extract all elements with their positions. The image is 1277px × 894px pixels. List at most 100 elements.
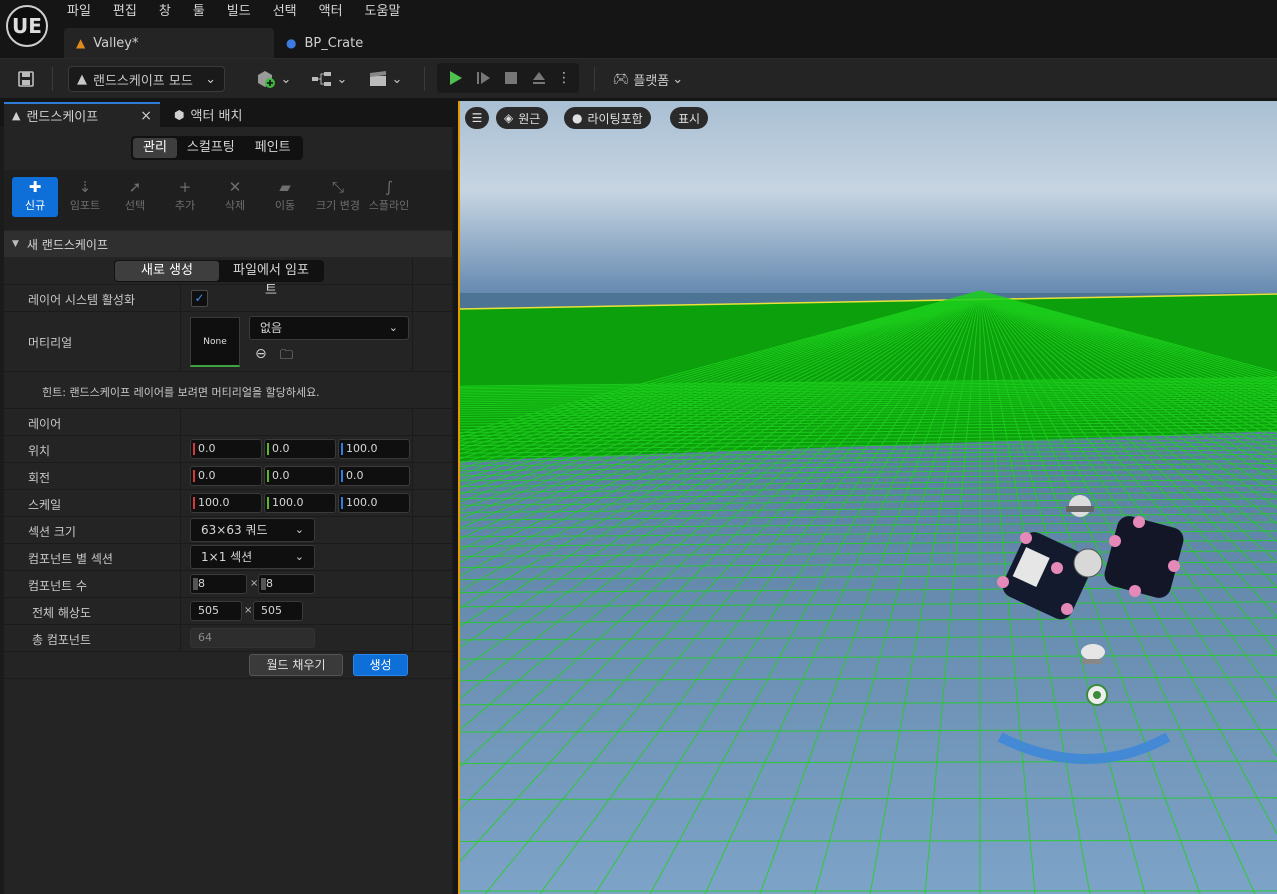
- perspective-button[interactable]: ◈ 원근: [496, 107, 549, 129]
- fill-world-button[interactable]: 월드 채우기: [249, 654, 343, 676]
- tool-label: 이동: [274, 199, 296, 212]
- spline-icon: ∫: [385, 178, 393, 196]
- browse-asset-icon[interactable]: 🗀︎: [280, 346, 293, 368]
- landscape-icon: ▲: [12, 109, 21, 122]
- stop-icon: [505, 72, 517, 84]
- blueprint-menu-button[interactable]: ⌄: [308, 66, 350, 92]
- play-options-button[interactable]: ⋮: [555, 66, 573, 90]
- component-count-y-field[interactable]: 8: [258, 574, 315, 594]
- menu-window[interactable]: 창: [148, 2, 182, 22]
- component-count-row: 컴포넌트 수 8 × 8: [4, 571, 452, 598]
- select-cursor-icon: ➚: [128, 178, 142, 196]
- mode-segmented-control: 관리 스컬프팅 페인트: [131, 136, 303, 160]
- directional-light-icon[interactable]: [1086, 684, 1108, 706]
- tab-place-actors[interactable]: ⬢ 액터 배치: [166, 102, 286, 127]
- rotation-y-field[interactable]: 0.0: [264, 466, 336, 486]
- chevron-down-icon: ⌄: [336, 71, 348, 87]
- eject-icon: [533, 72, 545, 84]
- doc-tab-bp-crate[interactable]: ● BP_Crate: [274, 28, 424, 58]
- import-from-file-option[interactable]: 파일에서 임포트: [219, 261, 323, 298]
- material-thumbnail[interactable]: None: [190, 317, 240, 367]
- perspective-label: 원근: [518, 111, 541, 126]
- create-button[interactable]: 생성: [353, 654, 408, 676]
- menu-actor[interactable]: 액터: [308, 2, 354, 22]
- cinematics-button[interactable]: ⌄: [364, 66, 406, 92]
- column-divider: [180, 625, 181, 651]
- location-z-field[interactable]: 100.0: [338, 439, 410, 459]
- menu-build[interactable]: 빌드: [216, 2, 262, 22]
- y-axis-marker: [267, 497, 269, 509]
- tab-landscape[interactable]: ▲ 랜드스케이프 ×: [4, 102, 160, 127]
- show-button[interactable]: 표시: [670, 107, 709, 129]
- location-label: 위치: [28, 444, 51, 458]
- scale-x-field[interactable]: 100.0: [190, 493, 262, 513]
- stop-button[interactable]: [499, 66, 523, 90]
- create-new-option[interactable]: 새로 생성: [115, 261, 219, 281]
- unreal-logo[interactable]: UE: [6, 5, 48, 47]
- menu-select[interactable]: 선택: [262, 2, 308, 22]
- x-axis-marker: [193, 497, 195, 509]
- resolution-y-field[interactable]: 505: [253, 601, 303, 621]
- tool-move[interactable]: ▰ 이동: [262, 177, 308, 217]
- column-divider: [180, 285, 181, 311]
- platforms-button[interactable]: 🎮︎ 플랫폼 ⌄: [608, 66, 688, 92]
- tool-spline[interactable]: ∫ 스플라인: [364, 177, 414, 217]
- menu-help[interactable]: 도움말: [354, 2, 412, 22]
- section-new-landscape[interactable]: ▼ 새 랜드스케이프: [4, 231, 452, 257]
- cube-icon: ◈: [504, 111, 514, 125]
- delete-icon: ✕: [228, 178, 242, 196]
- cloud-icon[interactable]: [1081, 644, 1105, 664]
- eject-button[interactable]: [527, 66, 551, 90]
- use-selected-asset-icon[interactable]: ⊖: [255, 346, 267, 362]
- menu-file[interactable]: 파일: [56, 2, 102, 22]
- layer-system-label: 레이어 시스템 활성화: [28, 293, 135, 307]
- save-button[interactable]: [14, 66, 38, 92]
- menu-tools[interactable]: 툴: [182, 2, 216, 22]
- column-divider: [412, 258, 413, 284]
- menu-edit[interactable]: 편집: [102, 2, 148, 22]
- value: 100.0: [198, 496, 230, 509]
- tool-resize[interactable]: ⤡ 크기 변경: [312, 177, 364, 217]
- tool-select[interactable]: ➚ 선택: [112, 177, 158, 217]
- mode-paint[interactable]: 페인트: [245, 138, 301, 158]
- value: 0.0: [272, 442, 290, 455]
- resolution-x-field[interactable]: 505: [190, 601, 242, 621]
- tool-import[interactable]: ⇣ 임포트: [62, 177, 108, 217]
- add-actor-button[interactable]: ⌄: [252, 66, 294, 92]
- material-dropdown[interactable]: 없음 ⌄: [249, 316, 409, 340]
- section-title: 새 랜드스케이프: [26, 237, 109, 252]
- play-button[interactable]: [443, 66, 467, 90]
- scale-y-field[interactable]: 100.0: [264, 493, 336, 513]
- mode-sculpt[interactable]: 스컬프팅: [177, 138, 245, 158]
- step-button[interactable]: [471, 66, 495, 90]
- sections-per-component-dropdown[interactable]: 1×1 섹션 ⌄: [190, 545, 315, 569]
- value: 0.0: [272, 469, 290, 482]
- layers-label: 레이어: [28, 417, 62, 431]
- column-divider: [412, 571, 413, 597]
- layer-system-checkbox[interactable]: ✓: [191, 290, 208, 307]
- tool-delete[interactable]: ✕ 삭제: [212, 177, 258, 217]
- scale-z-field[interactable]: 100.0: [338, 493, 410, 513]
- rotation-x-field[interactable]: 0.0: [190, 466, 262, 486]
- location-y-field[interactable]: 0.0: [264, 439, 336, 459]
- doc-tab-valley[interactable]: ▲ Valley*: [64, 28, 274, 58]
- panel-tab-bar: ▲ 랜드스케이프 × ⬢ 액터 배치: [0, 100, 454, 127]
- value: 64: [198, 631, 212, 644]
- document-tabs: ▲ Valley* ● BP_Crate: [64, 28, 424, 58]
- section-size-dropdown[interactable]: 63×63 쿼드 ⌄: [190, 518, 315, 542]
- tool-new[interactable]: ✚ 신규: [12, 177, 58, 217]
- viewport-menu-button[interactable]: ☰: [465, 107, 489, 129]
- gamepad-icon: 🎮︎: [612, 71, 630, 87]
- level-viewport[interactable]: ☰ ◈ 원근 ● 라이팅포함 표시: [458, 101, 1277, 894]
- location-row: 위치 0.0 0.0 100.0: [4, 436, 452, 463]
- tool-add[interactable]: + 추가: [162, 177, 208, 217]
- mode-manage[interactable]: 관리: [133, 138, 177, 158]
- column-divider: [180, 598, 181, 624]
- location-x-field[interactable]: 0.0: [190, 439, 262, 459]
- chevron-down-icon: ⌄: [388, 321, 398, 334]
- lit-mode-button[interactable]: ● 라이팅포함: [564, 107, 651, 129]
- mode-dropdown[interactable]: ▲ 랜드스케이프 모드 ⌄: [68, 66, 225, 92]
- component-count-x-field[interactable]: 8: [190, 574, 247, 594]
- rotation-z-field[interactable]: 0.0: [338, 466, 410, 486]
- close-icon[interactable]: ×: [140, 108, 152, 124]
